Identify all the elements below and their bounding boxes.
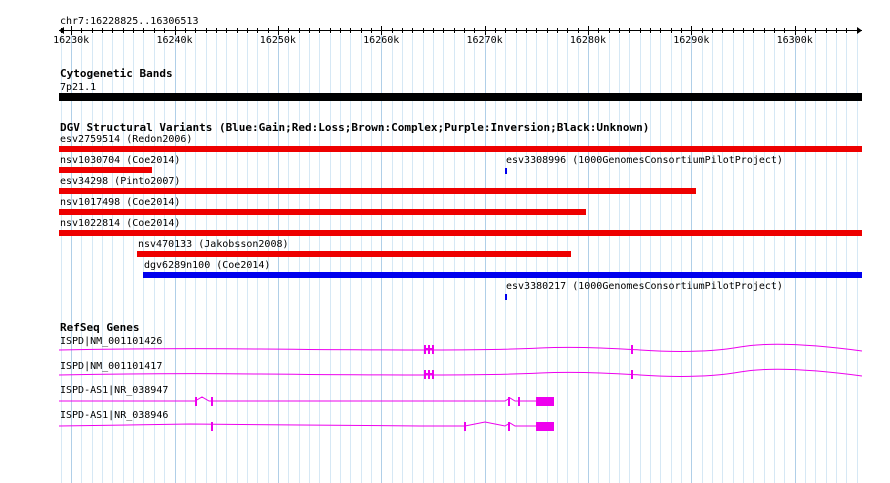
exon bbox=[211, 397, 213, 406]
variant-label-nsv470133: nsv470133 (Jakobsson2008) bbox=[138, 239, 289, 250]
variant-label-dgv6289n100: dgv6289n100 (Coe2014) bbox=[144, 260, 271, 271]
cytoband-label: 7p21.1 bbox=[60, 82, 97, 93]
gene-label: ISPD-AS1|NR_038947 bbox=[60, 385, 169, 396]
ruler-tick-label: 16270k bbox=[466, 35, 503, 46]
exon bbox=[195, 397, 197, 406]
refseq-track-title: RefSeq Genes bbox=[60, 321, 140, 334]
ruler-tick-label: 16240k bbox=[156, 35, 193, 46]
variant-label-nsv1022814: nsv1022814 (Coe2014) bbox=[60, 218, 181, 229]
exon bbox=[508, 422, 510, 431]
variant-label-esv3308996: esv3308996 (1000GenomesConsortiumPilotPr… bbox=[506, 155, 783, 166]
exon bbox=[631, 345, 633, 354]
ruler-tick-label: 16230k bbox=[53, 35, 90, 46]
utr-exon bbox=[536, 397, 554, 406]
variant-label-nsv1017498: nsv1017498 (Coe2014) bbox=[60, 197, 181, 208]
variant-label-esv34298: esv34298 (Pinto2007) bbox=[60, 176, 181, 187]
ruler-tick-label: 16250k bbox=[259, 35, 296, 46]
cytoband-track-title: Cytogenetic Bands bbox=[60, 67, 173, 80]
location-label: chr7:16228825..16306513 bbox=[60, 16, 199, 27]
variant-label-esv2759514: esv2759514 (Redon2006) bbox=[60, 134, 193, 145]
gene-model-1-intron bbox=[58, 343, 863, 352]
exon bbox=[464, 422, 466, 431]
variant-label-esv3380217: esv3380217 (1000GenomesConsortiumPilotPr… bbox=[506, 281, 783, 292]
ruler-tick-label: 16280k bbox=[569, 35, 607, 46]
exon bbox=[211, 422, 213, 431]
gene-label: ISPD|NM_001101417 bbox=[60, 361, 163, 372]
exon bbox=[508, 397, 510, 406]
gene-label: ISPD|NM_001101426 bbox=[60, 336, 163, 347]
gene-model-2-intron bbox=[58, 368, 863, 377]
ruler-tick-label: 16260k bbox=[363, 35, 400, 46]
gene-label: ISPD-AS1|NR_038946 bbox=[60, 410, 169, 421]
utr-exon bbox=[536, 422, 554, 431]
gene-model-3-intron bbox=[59, 396, 536, 402]
ruler-tick-label: 16290k bbox=[673, 35, 710, 46]
dgv-track-title: DGV Structural Variants (Blue:Gain;Red:L… bbox=[60, 121, 650, 134]
exon bbox=[518, 397, 520, 406]
variant-label-nsv1030704: nsv1030704 (Coe2014) bbox=[60, 155, 181, 166]
ruler-tick-label: 16300k bbox=[776, 35, 813, 46]
exon bbox=[631, 370, 633, 379]
